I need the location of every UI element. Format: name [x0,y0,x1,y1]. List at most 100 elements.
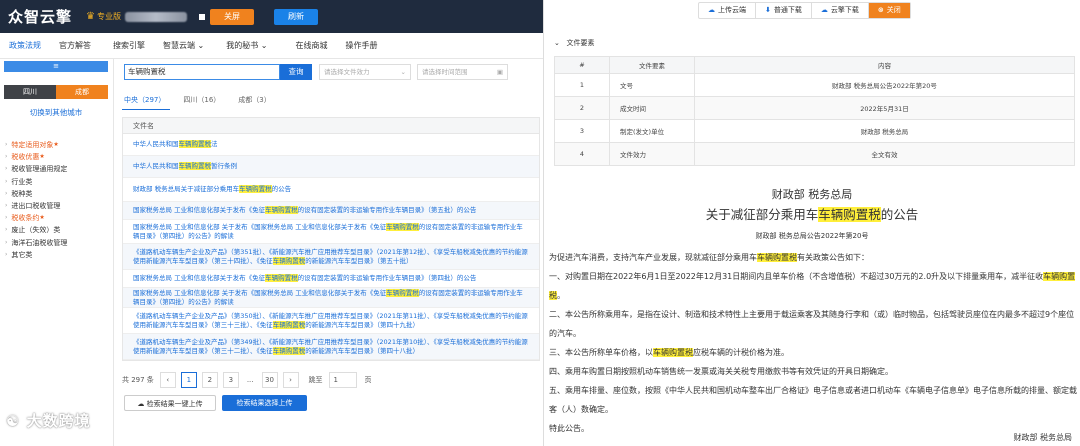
paragraph: 特此公告。 [549,424,589,433]
keyword-highlight: 车辆购置税 [757,253,797,262]
city-chengdu[interactable]: 成都 [56,85,108,99]
file-elements-table: # 文件要素 内容 1 文号 财政部 税务总局公告2022年第20号 2 成文时间 2022… [554,56,1075,166]
upload-all-button[interactable]: ☁ 检索结果一键上传 [124,395,216,411]
chevron-right-icon: › [5,141,8,148]
text: 国家税务总局 工业和信息化部关于发布《免征 [133,274,266,282]
nav-official-answer[interactable]: 官方解答 [59,40,91,51]
category-item[interactable]: › 特定适用对象 ★ [5,139,67,151]
nav-policy[interactable]: 政策法规 [9,40,41,51]
cloud-download-button[interactable]: ☁ 云擎下载 [812,3,869,18]
crown-icon: ♛ [86,11,95,22]
category-item[interactable]: › 其它类 [5,249,67,261]
nav-manual[interactable]: 操作手册 [346,40,378,51]
upload-selected-button[interactable]: 检索结果选择上传 [222,395,307,411]
table-row[interactable]: 中华人民共和国车辆购置税法 [123,134,539,156]
keyword-highlight: 车辆购置税 [265,274,298,282]
city-sichuan[interactable]: 四川 [4,85,56,99]
text: 应税车辆的计税价格为准。 [693,348,789,357]
doc-number: 财政部 税务总局公告2022年第20号 [755,232,869,240]
text: 国家税务总局 工业和信息化部 关于发布《国家税务总局 工业和信息化部关于发布《免… [133,288,387,297]
row-title: 《道路机动车辆生产企业及产品》（第350批）、《新能源汽车推广应用推荐车型目录》… [133,312,529,330]
nav-secretary[interactable]: 我的秘书 ⌄ [226,40,267,51]
row-title: 中华人民共和国车辆购置税暂行条例 [133,162,237,171]
category-item[interactable]: › 税种类 [5,188,67,200]
normal-download-button[interactable]: ⬇ 普通下载 [756,3,812,18]
page-3[interactable]: 3 [222,372,239,388]
close-screen-button[interactable]: 关屏 [209,8,254,25]
file-elements-header[interactable]: ⌄ 文件要素 [554,38,595,48]
category-label: 税收优惠 [11,153,40,162]
nav-mall[interactable]: 在线商城 [296,40,328,51]
table-row[interactable]: 国家税务总局 工业和信息化部关于发布《免征车辆购置税的设有固定装置的非运输专用作… [123,270,539,288]
chevron-right-icon: › [5,238,8,246]
calendar-icon: ▣ [496,68,503,76]
upload-cloud-button[interactable]: ☁ 上传云端 [699,3,756,18]
cell: 全文有效 [694,142,1075,166]
table-row[interactable]: 国家税务总局 工业和信息化部关于发布《免征车辆购置税的设有固定装置的非运输专用作… [123,202,539,220]
switch-city-link[interactable]: 切换到其他城市 [4,107,108,118]
table-row[interactable]: 国家税务总局 工业和信息化部 关于发布《国家税务总局 工业和信息化部关于发布《免… [123,220,539,244]
search-button[interactable]: 查询 [280,64,312,80]
chevron-right-icon: › [5,250,8,258]
table-row[interactable]: 国家税务总局 工业和信息化部 关于发布《国家税务总局 工业和信息化部关于发布《免… [123,288,539,308]
doc-title-part: 的公告 [880,207,919,222]
table-row[interactable]: 中华人民共和国车辆购置税暂行条例 [123,156,539,178]
text: 法 [211,140,218,148]
nav-cloud[interactable]: 智慧云端 ⌄ [163,40,204,51]
nav-search-engine[interactable]: 搜索引擎 [113,40,145,51]
page-2[interactable]: 2 [201,372,218,388]
search-input[interactable]: 车辆购置税 [124,64,280,80]
category-item[interactable]: › 税收条约 ★ [5,212,67,224]
sidebar: ≡ 四川 成都 切换到其他城市 › 特定适用对象 ★ › 税收优惠 ★ › 税收管理通用规定 ›… [0,59,114,446]
keyword-highlight: 车辆购置税 [272,256,306,265]
watermark-logo-icon: ☯ [6,412,27,430]
tab-chengdu[interactable]: 成都（3） [238,95,270,105]
close-button[interactable]: ⊗ 关闭 [868,3,910,18]
next-page-button[interactable]: › [282,372,299,388]
pagination: 共 297 条 ‹ 1 2 3 ... 30 › 跳至 1 页 [122,372,372,388]
text: 暂行条例 [211,162,237,170]
tab-central[interactable]: 中央（297） [124,95,165,105]
file-elements-label: 文件要素 [566,39,595,47]
row-title: 国家税务总局 工业和信息化部关于发布《免征车辆购置税的设有固定装置的非运输专用作… [133,206,476,215]
category-item[interactable]: › 行业类 [5,176,67,188]
table-row[interactable]: 《道路机动车辆生产企业及产品》（第351批）、《新能源汽车推广应用推荐车型目录》… [123,244,539,270]
doc-signature: 财政部 税务总局 [1013,433,1072,442]
category-item[interactable]: › 废止（失效）类 [5,224,67,236]
table-row[interactable]: 《道路机动车辆生产企业及产品》（第350批）、《新能源汽车推广应用推荐车型目录》… [123,308,539,334]
total-count: 共 297 条 [122,376,154,384]
cloud-upload-icon: ☁ [137,400,147,408]
menu-icon[interactable]: ≡ [4,61,108,72]
category-item[interactable]: › 税收优惠 ★ [5,151,67,163]
text: 为促进汽车消费，支持汽车产业发展，现就减征部分乘用车 [549,253,757,262]
cell: 2 [554,96,610,120]
page-30[interactable]: 30 [261,372,278,388]
tab-sichuan[interactable]: 四川（16） [183,95,220,105]
goto-label: 跳至 [308,376,323,384]
table-row[interactable]: 财政部 税务总局关于减征部分乘用车车辆购置税的公告 [123,178,539,202]
validity-select[interactable]: 请选择文件效力 ⌄ [319,64,411,80]
goto-input[interactable]: 1 [328,372,357,388]
normal-download-label: 普通下载 [773,6,802,14]
chevron-right-icon: › [5,189,8,197]
prev-page-button[interactable]: ‹ [159,372,176,388]
page-1[interactable]: 1 [180,372,197,388]
app-logo: 众智云擎 [8,8,73,26]
keyword-highlight: 车辆购置税 [178,162,211,170]
text: 的新能源汽车车型目录》（第五十批） [305,256,413,265]
category-item[interactable]: › 进出口税收管理 [5,200,67,212]
paragraph: 为促进汽车消费，支持汽车产业发展，现就减征部分乘用车车辆购置税有关政策公告如下： [549,248,1077,267]
category-item[interactable]: › 税收管理通用规定 [5,163,67,175]
document-panel: ☁ 上传云端 ⬇ 普通下载 ☁ 云擎下载 ⊗ 关闭 ⌄ 文件要素 # 文件要素 内容 1 文号… [544,0,1080,446]
keyword-highlight: 车辆购置税 [653,348,693,357]
table-row[interactable]: 《道路机动车辆生产企业及产品》（第349批）、《新能源汽车推广应用推荐车型目录》… [123,334,539,360]
refresh-button[interactable]: 刷新 [273,8,318,25]
page-unit: 页 [364,376,372,384]
category-item[interactable]: › 海洋石油税收管理 [5,237,67,249]
chevron-right-icon: › [5,177,8,185]
top-bar: 众智云擎 ♛ 专业版 关屏 刷新 [0,0,543,33]
doc-title: 关于减征部分乘用车车辆购置税的公告 [544,204,1080,223]
category-label: 海洋石油税收管理 [11,238,68,247]
date-range-select[interactable]: 请选择时间范围 ▣ [417,64,508,80]
text: 财政部 税务总局关于减征部分乘用车 [133,185,240,193]
